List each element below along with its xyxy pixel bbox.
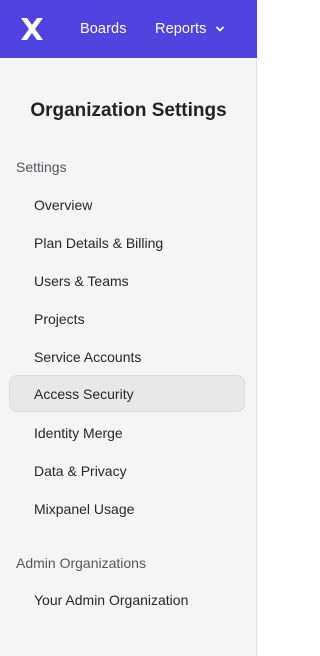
sidebar-item-access-security[interactable]: Access Security [9,375,245,412]
sidebar-item-label: Data & Privacy [34,462,127,479]
top-navigation-bar: Boards Reports [0,0,257,58]
sidebar-item-identity-merge[interactable]: Identity Merge [9,414,245,451]
admin-organizations-heading: Admin Organizations [16,555,146,571]
sidebar-item-label: Projects [34,310,85,327]
sidebar-item-label: Access Security [34,385,134,402]
sidebar-item-projects[interactable]: Projects [9,300,245,337]
sidebar-item-data-privacy[interactable]: Data & Privacy [9,452,245,489]
sidebar-item-label: Service Accounts [34,348,142,365]
sidebar-item-label: Plan Details & Billing [34,234,164,251]
organization-settings-sidebar: Organization Settings Settings Overview … [0,58,257,656]
app-window: Boards Reports Organization Settings Set… [0,0,257,656]
sidebar-item-label: Users & Teams [34,272,129,289]
sidebar-item-service-accounts[interactable]: Service Accounts [9,338,245,375]
sidebar-item-label: Overview [34,196,93,213]
sidebar-item-mixpanel-usage[interactable]: Mixpanel Usage [9,490,245,527]
sidebar-item-plan-details-billing[interactable]: Plan Details & Billing [9,224,245,261]
sidebar-item-your-admin-organization[interactable]: Your Admin Organization [9,581,245,618]
mixpanel-logo-icon[interactable] [20,17,44,41]
nav-reports-dropdown[interactable]: Reports [155,0,225,58]
nav-boards-link[interactable]: Boards [80,0,127,58]
sidebar-item-label: Your Admin Organization [34,591,189,608]
settings-section-heading: Settings [16,159,67,175]
sidebar-item-overview[interactable]: Overview [9,186,245,223]
chevron-down-icon [216,26,225,32]
sidebar-item-users-teams[interactable]: Users & Teams [9,262,245,299]
nav-boards-label: Boards [80,21,127,37]
nav-reports-label: Reports [155,21,207,37]
sidebar-item-label: Mixpanel Usage [34,500,135,517]
sidebar-title: Organization Settings [30,100,227,121]
sidebar-item-label: Identity Merge [34,424,123,441]
